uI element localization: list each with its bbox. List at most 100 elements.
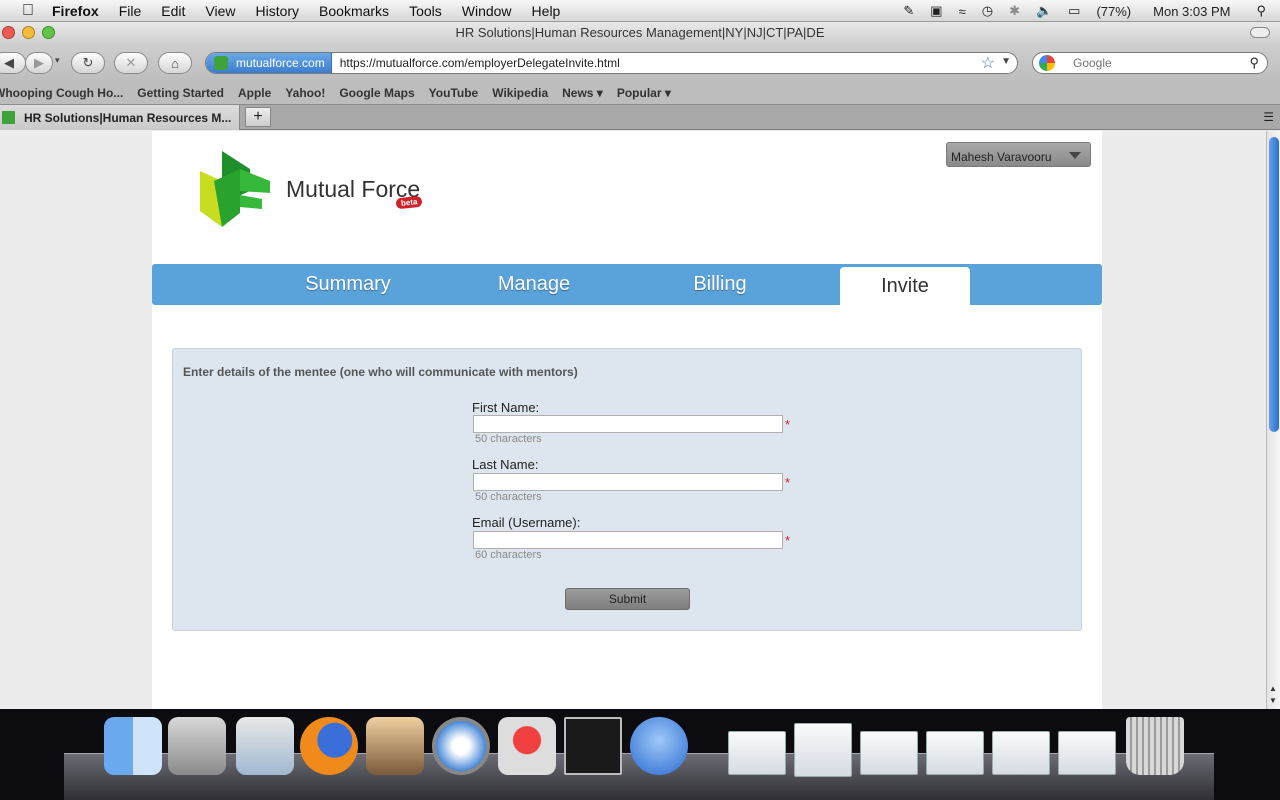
bookmark-item[interactable]: Getting Started — [137, 86, 224, 100]
terminal-icon[interactable] — [564, 717, 622, 775]
url-dropdown-icon[interactable]: ▼ — [1001, 56, 1011, 67]
menu-bookmarks[interactable]: Bookmarks — [309, 3, 399, 19]
clock[interactable]: Mon 3:03 PM — [1153, 4, 1230, 19]
forward-button[interactable]: ▶ — [25, 52, 53, 74]
menu-history[interactable]: History — [245, 3, 309, 19]
menu-file[interactable]: File — [109, 3, 152, 19]
record-icon[interactable] — [498, 717, 556, 775]
main-nav: Summary Manage Billing Invite — [152, 264, 1102, 305]
search-bar: ⚲ — [1032, 52, 1268, 74]
site-identity-button[interactable]: mutualforce.com — [206, 53, 332, 73]
volume-icon[interactable]: 🔈 — [1036, 3, 1052, 19]
firefox-icon[interactable] — [300, 717, 358, 775]
wifi-icon[interactable]: ≈ — [959, 4, 966, 19]
user-menu-dropdown[interactable]: Mahesh Varavooru — [946, 142, 1091, 167]
bookmark-item[interactable]: YouTube — [429, 86, 479, 100]
minimize-window-icon[interactable] — [22, 26, 35, 39]
form-heading: Enter details of the mentee (one who wil… — [183, 365, 578, 379]
menu-help[interactable]: Help — [522, 3, 571, 19]
bookmark-item[interactable]: Google Maps — [339, 86, 414, 100]
tab-summary[interactable]: Summary — [292, 264, 404, 305]
site-favicon-icon — [214, 56, 228, 70]
bookmarks-bar: Whooping Cough Ho... Getting Started App… — [0, 82, 1280, 105]
window-title: HR Solutions|Human Resources Management|… — [455, 25, 825, 40]
bookmark-folder[interactable]: Popular ▾ — [617, 86, 671, 100]
window-titlebar: HR Solutions|Human Resources Management|… — [0, 22, 1280, 44]
pen-icon[interactable]: ✎ — [903, 3, 914, 19]
iphoto-icon[interactable] — [366, 717, 424, 775]
invite-form: Enter details of the mentee (one who wil… — [172, 348, 1082, 631]
utilities-icon[interactable] — [236, 717, 294, 775]
bookmark-item[interactable]: Apple — [238, 86, 271, 100]
home-button[interactable]: ⌂ — [158, 52, 192, 74]
bookmark-folder[interactable]: News ▾ — [562, 86, 603, 100]
battery-icon[interactable]: ▭ — [1068, 3, 1080, 19]
tab-list-icon[interactable]: ☰ — [1263, 110, 1274, 124]
menu-window[interactable]: Window — [452, 3, 522, 19]
submit-button[interactable]: Submit — [565, 588, 690, 610]
search-engine-icon[interactable] — [1039, 55, 1055, 71]
menubar-status-area: ✎ ▣ ≈ ◷ ✱ 🔈 ▭ (77%) Mon 3:03 PM ⚲ — [895, 0, 1280, 22]
bookmark-star-icon[interactable]: ☆ — [981, 53, 995, 73]
bookmark-item[interactable]: Yahoo! — [285, 86, 325, 100]
required-marker: * — [785, 475, 791, 490]
spotlight-icon[interactable]: ⚲ — [1256, 3, 1266, 19]
history-dropdown-icon[interactable]: ▾ — [55, 55, 60, 66]
menu-tools[interactable]: Tools — [399, 3, 452, 19]
email-field[interactable] — [473, 531, 783, 549]
search-input[interactable] — [1073, 56, 1243, 70]
last-name-field[interactable] — [473, 473, 783, 491]
site-identity-label: mutualforce.com — [236, 56, 325, 70]
minimized-window[interactable] — [794, 723, 852, 777]
remote-desktop-icon[interactable] — [168, 717, 226, 775]
safari-icon[interactable] — [432, 717, 490, 775]
browser-toolbar: ◀ ▶ ▾ ↻ ✕ ⌂ mutualforce.com https://mutu… — [0, 44, 1280, 82]
last-name-label: Last Name: — [472, 457, 539, 472]
mac-dock — [0, 709, 1280, 800]
minimized-window[interactable] — [992, 731, 1050, 775]
display-icon[interactable]: ▣ — [930, 3, 942, 19]
openoffice-icon[interactable] — [630, 717, 688, 775]
tab-invite[interactable]: Invite — [840, 267, 970, 305]
first-name-field[interactable] — [473, 415, 783, 433]
mutual-force-logo — [200, 151, 270, 227]
minimized-window[interactable] — [926, 731, 984, 775]
scroll-down-icon[interactable]: ▼ — [1269, 696, 1277, 705]
minimized-window[interactable] — [1058, 731, 1116, 775]
first-name-label: First Name: — [472, 400, 540, 415]
url-text[interactable]: https://mutualforce.com/employerDelegate… — [332, 56, 981, 70]
menu-view[interactable]: View — [195, 3, 245, 19]
new-tab-button[interactable]: + — [245, 107, 271, 127]
email-label: Email (Username): — [472, 515, 581, 530]
reload-button[interactable]: ↻ — [71, 52, 105, 74]
chevron-down-icon — [1069, 152, 1081, 159]
minimized-window[interactable] — [728, 731, 786, 775]
bookmark-item[interactable]: Wikipedia — [492, 86, 548, 100]
page-viewport: Mutual Force beta Mahesh Varavooru Summa… — [0, 131, 1266, 709]
tab-title: HR Solutions|Human Resources M... — [24, 110, 232, 125]
tab-manage[interactable]: Manage — [478, 264, 590, 305]
browser-tab[interactable]: HR Solutions|Human Resources M... — [0, 105, 240, 130]
menu-app-name[interactable]: Firefox — [38, 3, 109, 19]
back-button[interactable]: ◀ — [0, 52, 26, 74]
page-container: Mutual Force beta Mahesh Varavooru Summa… — [152, 131, 1102, 709]
search-icon[interactable]: ⚲ — [1249, 55, 1259, 71]
finder-icon[interactable] — [104, 717, 162, 775]
trash-icon[interactable] — [1126, 717, 1184, 775]
time-machine-icon[interactable]: ◷ — [982, 3, 993, 19]
bluetooth-icon[interactable]: ✱ — [1009, 3, 1020, 19]
zoom-window-icon[interactable] — [42, 26, 55, 39]
toolbar-toggle-icon[interactable] — [1250, 27, 1270, 38]
first-name-hint: 50 characters — [475, 433, 542, 445]
tab-billing[interactable]: Billing — [664, 264, 776, 305]
close-window-icon[interactable] — [2, 26, 15, 39]
stop-button[interactable]: ✕ — [114, 52, 148, 74]
apple-menu-icon[interactable]:  — [18, 2, 38, 20]
scroll-up-icon[interactable]: ▲ — [1269, 684, 1277, 693]
bookmark-item[interactable]: Whooping Cough Ho... — [0, 86, 123, 100]
url-bar[interactable]: mutualforce.com https://mutualforce.com/… — [205, 52, 1018, 74]
page-scrollbar[interactable]: ▲ ▼ — [1266, 131, 1280, 709]
minimized-window[interactable] — [860, 731, 918, 775]
menu-edit[interactable]: Edit — [151, 3, 195, 19]
scrollbar-thumb[interactable] — [1269, 137, 1279, 432]
